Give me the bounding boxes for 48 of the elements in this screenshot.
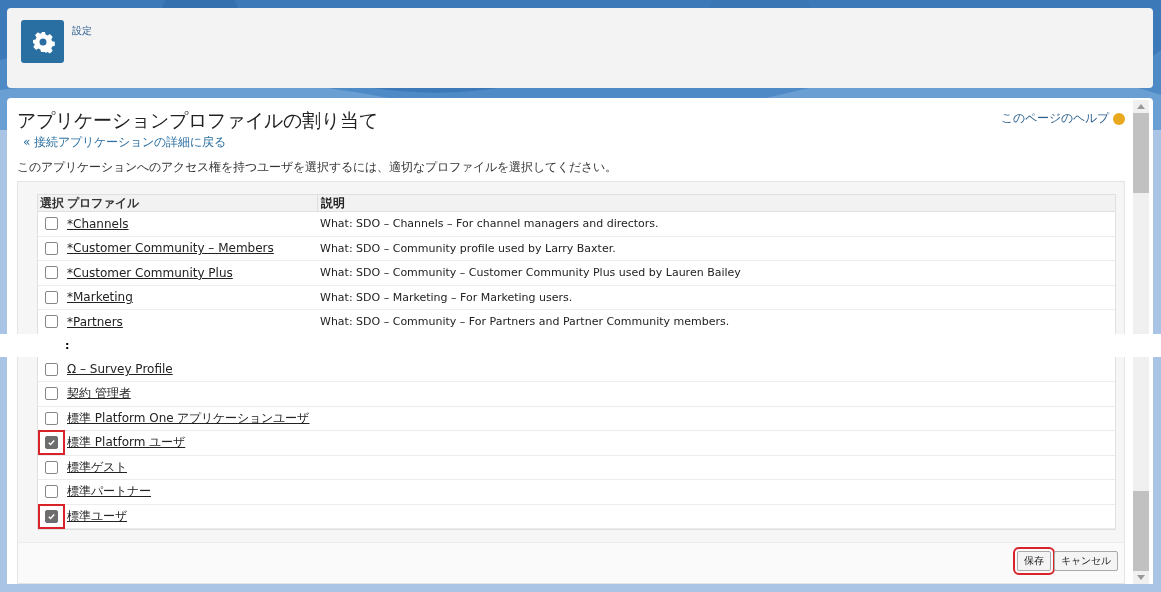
checkbox[interactable] [45,290,58,304]
description-text: What: SDO – Community – Customer Community Plus used by Lauren Bailey [320,266,741,280]
checkbox[interactable] [45,411,58,425]
column-header: 説明 [317,194,1115,212]
help-icon [1113,112,1125,125]
ellipsis-mark: : [65,339,70,352]
help-link[interactable]: このページのヘルプ [1001,110,1109,127]
checkbox[interactable] [45,436,58,450]
profile-link[interactable]: 標準 Platform ユーザ [67,435,186,450]
profile-link[interactable]: Ω – Survey Profile [67,362,173,377]
scrollbar-thumb[interactable] [1133,113,1149,193]
scrollbar-thumb[interactable] [1133,491,1149,571]
checkbox[interactable] [45,266,58,280]
checkbox[interactable] [45,362,58,376]
profile-link[interactable]: *Channels [67,216,129,231]
checkbox[interactable] [45,315,58,329]
description-text: What: SDO – Community profile used by Larry Baxter. [320,241,616,255]
back-link[interactable]: « 接続アプリケーションの詳細に戻る [23,134,1125,151]
checkbox[interactable] [45,387,58,401]
profile-link[interactable]: *Customer Community – Members [67,241,274,256]
settings-icon [21,20,64,63]
checkbox[interactable] [45,509,58,523]
cancel-button[interactable]: キャンセル [1054,551,1118,571]
checkbox[interactable] [45,460,58,474]
profile-link[interactable]: 標準 Platform One アプリケーションユーザ [67,410,310,425]
scrollbar[interactable] [1133,100,1149,584]
profile-link[interactable]: 標準ユーザ [67,508,127,523]
profile-link[interactable]: *Partners [67,314,123,329]
checkbox[interactable] [45,241,58,255]
description-text: What: SDO – Marketing – For Marketing users. [320,290,573,304]
scroll-down-icon[interactable] [1137,575,1145,580]
profile-link[interactable]: 標準パートナー [67,484,151,499]
column-header: プロファイル [66,194,140,212]
check-icon [47,511,56,521]
profile-link[interactable]: 契約 管理者 [67,386,131,401]
description-text: What: SDO – Community – For Partners and Partner Community members. [320,315,730,329]
scroll-up-icon[interactable] [1137,104,1145,109]
breadcrumb-link[interactable]: 設定 [72,24,92,38]
checkbox[interactable] [45,217,58,231]
check-icon [47,438,56,448]
profile-link[interactable]: 標準ゲスト [67,459,127,474]
description-text: What: SDO – Channels – For channel managers and directors. [320,217,659,231]
instruction-text: このアプリケーションへのアクセス権を持つユーザを選択するには、適切なプロファイルを選択してください。 [17,159,618,176]
checkbox[interactable] [45,485,58,499]
page-title: アプリケーションプロファイルの割り当て [17,108,378,133]
column-header: 選択 [39,194,65,212]
profile-link[interactable]: *Marketing [67,290,133,305]
profile-link[interactable]: *Customer Community Plus [67,265,233,280]
